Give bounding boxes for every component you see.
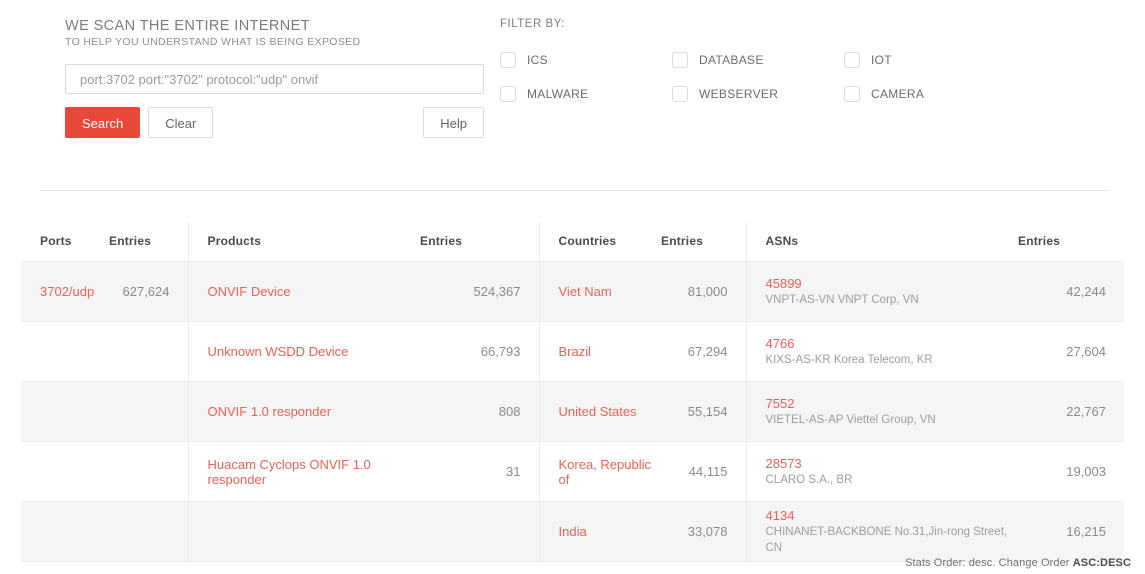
stats-order-footer: Stats Order: desc. Change Order ASC:DESC xyxy=(905,557,1131,569)
checkbox-icon-iot[interactable] xyxy=(844,52,860,68)
filter-label-database[interactable]: DATABASE xyxy=(699,53,764,67)
checkbox-icon-malware[interactable] xyxy=(500,86,516,102)
search-input[interactable] xyxy=(65,64,484,94)
filter-panel: FILTER BY: ICS DATABASE IOT MALWARE WEBS… xyxy=(500,0,1145,138)
product-link[interactable]: ONVIF 1.0 responder xyxy=(208,404,332,419)
country-link[interactable]: Brazil xyxy=(559,344,592,359)
asn-description: KIXS-AS-KR Korea Telecom, KR xyxy=(765,354,933,366)
filter-label-ics[interactable]: ICS xyxy=(527,53,548,67)
product-link[interactable]: Huacam Cyclops ONVIF 1.0 responder xyxy=(208,457,371,487)
column-header-ports[interactable]: Ports xyxy=(21,222,109,262)
table-row: Huacam Cyclops ONVIF 1.0 responder 31 Ko… xyxy=(21,441,1124,502)
country-entries: 67,294 xyxy=(687,344,728,359)
filter-item-database[interactable]: DATABASE xyxy=(672,52,844,68)
asn-description: VIETEL-AS-AP Viettel Group, VN xyxy=(765,414,936,426)
asn-link[interactable]: 4766 xyxy=(766,335,1019,352)
product-entries: 524,367 xyxy=(473,284,521,299)
search-button-row: Search Clear Help xyxy=(65,107,484,138)
filter-item-camera[interactable]: CAMERA xyxy=(844,86,1016,102)
section-divider xyxy=(40,190,1110,191)
country-entries: 81,000 xyxy=(687,284,728,299)
column-header-ports-entries[interactable]: Entries xyxy=(109,222,188,262)
filter-by-label: FILTER BY: xyxy=(500,18,565,30)
filter-item-iot[interactable]: IOT xyxy=(844,52,1016,68)
filter-label-iot[interactable]: IOT xyxy=(871,53,892,67)
help-button[interactable]: Help xyxy=(423,107,484,138)
top-section: WE SCAN THE ENTIRE INTERNET TO HELP YOU … xyxy=(0,0,1145,138)
table-row: ONVIF 1.0 responder 808 United States 55… xyxy=(21,381,1124,442)
column-header-asns-entries[interactable]: Entries xyxy=(1018,222,1124,262)
column-header-products-entries[interactable]: Entries xyxy=(420,222,539,262)
country-link[interactable]: India xyxy=(559,524,587,539)
asn-entries: 16,215 xyxy=(1066,524,1106,539)
column-header-products[interactable]: Products xyxy=(187,222,420,262)
country-entries: 55,154 xyxy=(687,404,728,419)
clear-button[interactable]: Clear xyxy=(148,107,214,138)
search-button[interactable]: Search xyxy=(65,107,141,138)
country-link[interactable]: Viet Nam xyxy=(559,284,612,299)
table-header-row: Ports Entries Products Entries Countries… xyxy=(21,222,1124,262)
product-entries: 66,793 xyxy=(480,344,521,359)
product-link[interactable]: Unknown WSDD Device xyxy=(208,344,349,359)
port-link[interactable]: 3702/udp xyxy=(40,284,94,299)
asn-description: VNPT-AS-VN VNPT Corp, VN xyxy=(765,294,919,306)
table-row: India 33,078 4134 CHINANET-BACKBONE No.3… xyxy=(21,501,1124,562)
filter-label-malware[interactable]: MALWARE xyxy=(527,87,588,101)
table-row: 3702/udp 627,624 ONVIF Device 524,367 Vi… xyxy=(21,261,1124,322)
product-link[interactable]: ONVIF Device xyxy=(208,284,291,299)
product-entries: 31 xyxy=(506,464,521,479)
column-header-countries-entries[interactable]: Entries xyxy=(661,222,746,262)
page-subtitle: TO HELP YOU UNDERSTAND WHAT IS BEING EXP… xyxy=(65,36,361,48)
asn-link[interactable]: 7552 xyxy=(766,395,1019,412)
column-header-asns[interactable]: ASNs xyxy=(745,222,1018,262)
search-panel: WE SCAN THE ENTIRE INTERNET TO HELP YOU … xyxy=(0,0,500,138)
stats-order-text: Stats Order: desc. Change Order xyxy=(905,557,1070,569)
filter-label-webserver[interactable]: WEBSERVER xyxy=(699,87,778,101)
stats-table-wrapper: Ports Entries Products Entries Countries… xyxy=(21,222,1124,562)
asn-link[interactable]: 28573 xyxy=(766,455,1019,472)
stats-table: Ports Entries Products Entries Countries… xyxy=(21,222,1124,562)
asn-link[interactable]: 45899 xyxy=(766,275,1019,292)
filter-grid: ICS DATABASE IOT MALWARE WEBSERVER CAMER xyxy=(500,52,1145,102)
asn-link[interactable]: 4134 xyxy=(766,507,1019,524)
checkbox-icon-database[interactable] xyxy=(672,52,688,68)
asn-description: CLARO S.A., BR xyxy=(765,474,853,486)
country-link[interactable]: United States xyxy=(559,404,637,419)
asn-entries: 42,244 xyxy=(1066,284,1106,299)
asn-entries: 27,604 xyxy=(1066,344,1106,359)
column-header-countries[interactable]: Countries xyxy=(538,222,661,262)
filter-item-ics[interactable]: ICS xyxy=(500,52,672,68)
port-entries: 627,624 xyxy=(122,284,170,299)
asn-entries: 22,767 xyxy=(1066,404,1106,419)
product-entries: 808 xyxy=(498,404,521,419)
sort-asc-button[interactable]: ASC xyxy=(1073,557,1097,569)
checkbox-icon-ics[interactable] xyxy=(500,52,516,68)
asn-description: CHINANET-BACKBONE No.31,Jin-rong Street,… xyxy=(765,526,1008,554)
table-row: Unknown WSDD Device 66,793 Brazil 67,294… xyxy=(21,321,1124,382)
country-entries: 44,115 xyxy=(688,464,728,479)
sort-desc-button[interactable]: DESC xyxy=(1100,557,1131,569)
country-link[interactable]: Korea, Republic of xyxy=(559,457,652,487)
filter-item-malware[interactable]: MALWARE xyxy=(500,86,672,102)
page-title: WE SCAN THE ENTIRE INTERNET xyxy=(65,18,310,34)
country-entries: 33,078 xyxy=(687,524,728,539)
asn-entries: 19,003 xyxy=(1066,464,1106,479)
checkbox-icon-camera[interactable] xyxy=(844,86,860,102)
checkbox-icon-webserver[interactable] xyxy=(672,86,688,102)
filter-item-webserver[interactable]: WEBSERVER xyxy=(672,86,844,102)
filter-label-camera[interactable]: CAMERA xyxy=(871,87,924,101)
